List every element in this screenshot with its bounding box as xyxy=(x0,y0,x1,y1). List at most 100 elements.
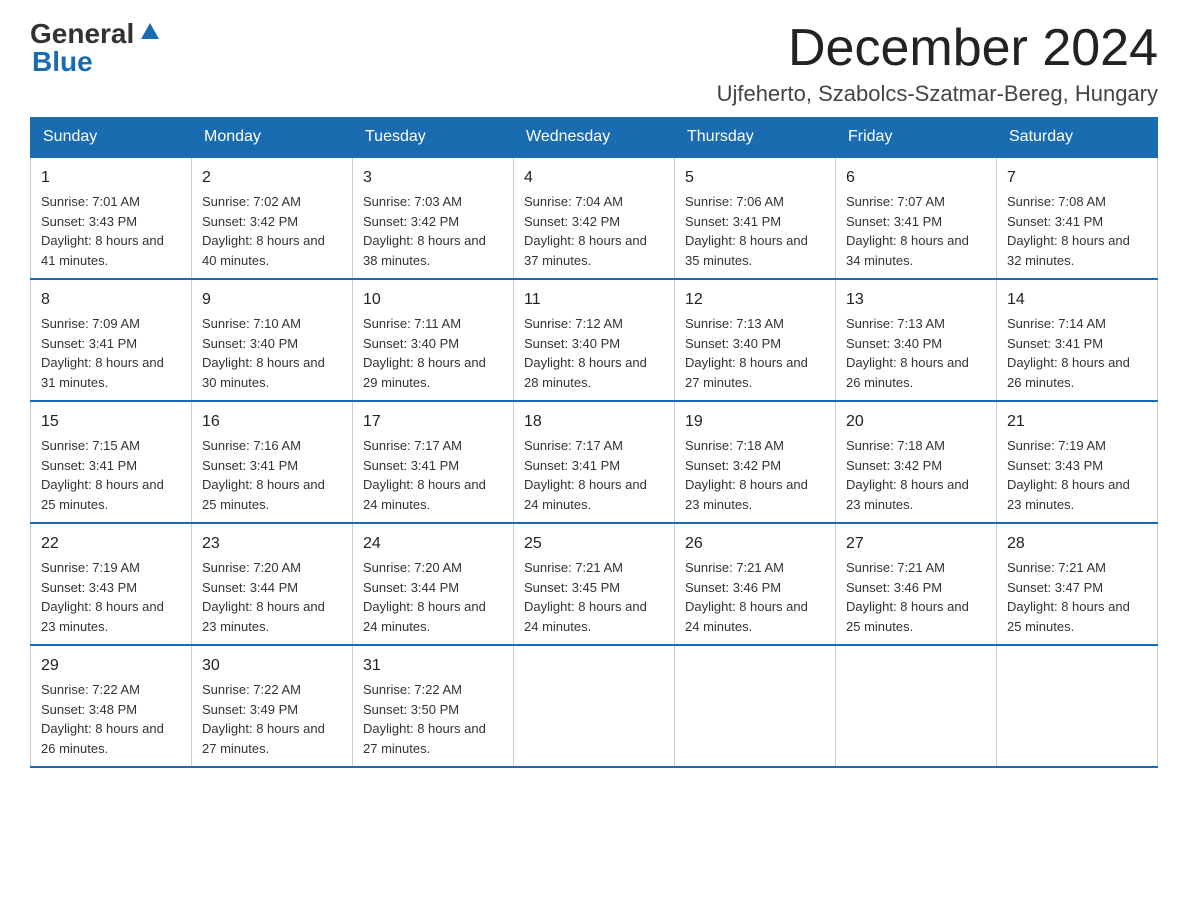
day-info: Sunrise: 7:02 AMSunset: 3:42 PMDaylight:… xyxy=(202,194,325,268)
calendar-day-cell: 24 Sunrise: 7:20 AMSunset: 3:44 PMDaylig… xyxy=(353,523,514,645)
day-number: 9 xyxy=(202,288,342,312)
day-number: 28 xyxy=(1007,532,1147,556)
calendar-week-row: 22 Sunrise: 7:19 AMSunset: 3:43 PMDaylig… xyxy=(31,523,1158,645)
calendar-day-cell: 16 Sunrise: 7:16 AMSunset: 3:41 PMDaylig… xyxy=(192,401,353,523)
day-info: Sunrise: 7:22 AMSunset: 3:49 PMDaylight:… xyxy=(202,682,325,756)
day-number: 1 xyxy=(41,166,181,190)
day-number: 6 xyxy=(846,166,986,190)
day-info: Sunrise: 7:21 AMSunset: 3:46 PMDaylight:… xyxy=(685,560,808,634)
calendar-day-cell: 29 Sunrise: 7:22 AMSunset: 3:48 PMDaylig… xyxy=(31,645,192,767)
day-number: 21 xyxy=(1007,410,1147,434)
calendar-day-cell: 12 Sunrise: 7:13 AMSunset: 3:40 PMDaylig… xyxy=(675,279,836,401)
title-block: December 2024 Ujfeherto, Szabolcs-Szatma… xyxy=(717,20,1158,107)
day-number: 29 xyxy=(41,654,181,678)
day-number: 19 xyxy=(685,410,825,434)
day-number: 15 xyxy=(41,410,181,434)
calendar-day-cell: 8 Sunrise: 7:09 AMSunset: 3:41 PMDayligh… xyxy=(31,279,192,401)
calendar-header-row: SundayMondayTuesdayWednesdayThursdayFrid… xyxy=(31,118,1158,158)
day-info: Sunrise: 7:04 AMSunset: 3:42 PMDaylight:… xyxy=(524,194,647,268)
calendar-day-cell: 6 Sunrise: 7:07 AMSunset: 3:41 PMDayligh… xyxy=(836,157,997,279)
calendar-day-cell: 7 Sunrise: 7:08 AMSunset: 3:41 PMDayligh… xyxy=(997,157,1158,279)
day-number: 7 xyxy=(1007,166,1147,190)
month-title: December 2024 xyxy=(717,20,1158,77)
day-number: 11 xyxy=(524,288,664,312)
day-number: 5 xyxy=(685,166,825,190)
day-info: Sunrise: 7:09 AMSunset: 3:41 PMDaylight:… xyxy=(41,316,164,390)
calendar-day-cell: 15 Sunrise: 7:15 AMSunset: 3:41 PMDaylig… xyxy=(31,401,192,523)
calendar-day-cell: 1 Sunrise: 7:01 AMSunset: 3:43 PMDayligh… xyxy=(31,157,192,279)
day-info: Sunrise: 7:07 AMSunset: 3:41 PMDaylight:… xyxy=(846,194,969,268)
day-info: Sunrise: 7:21 AMSunset: 3:45 PMDaylight:… xyxy=(524,560,647,634)
day-number: 14 xyxy=(1007,288,1147,312)
day-info: Sunrise: 7:14 AMSunset: 3:41 PMDaylight:… xyxy=(1007,316,1130,390)
calendar-day-cell: 23 Sunrise: 7:20 AMSunset: 3:44 PMDaylig… xyxy=(192,523,353,645)
day-number: 3 xyxy=(363,166,503,190)
day-number: 26 xyxy=(685,532,825,556)
day-info: Sunrise: 7:13 AMSunset: 3:40 PMDaylight:… xyxy=(685,316,808,390)
day-info: Sunrise: 7:16 AMSunset: 3:41 PMDaylight:… xyxy=(202,438,325,512)
calendar-day-cell: 30 Sunrise: 7:22 AMSunset: 3:49 PMDaylig… xyxy=(192,645,353,767)
day-number: 2 xyxy=(202,166,342,190)
calendar-day-cell: 5 Sunrise: 7:06 AMSunset: 3:41 PMDayligh… xyxy=(675,157,836,279)
calendar-day-cell: 18 Sunrise: 7:17 AMSunset: 3:41 PMDaylig… xyxy=(514,401,675,523)
calendar-day-header-thursday: Thursday xyxy=(675,118,836,158)
day-info: Sunrise: 7:22 AMSunset: 3:48 PMDaylight:… xyxy=(41,682,164,756)
day-number: 12 xyxy=(685,288,825,312)
day-number: 25 xyxy=(524,532,664,556)
calendar-day-cell: 2 Sunrise: 7:02 AMSunset: 3:42 PMDayligh… xyxy=(192,157,353,279)
calendar-day-cell: 28 Sunrise: 7:21 AMSunset: 3:47 PMDaylig… xyxy=(997,523,1158,645)
calendar-empty-cell xyxy=(836,645,997,767)
calendar-day-header-sunday: Sunday xyxy=(31,118,192,158)
calendar-day-cell: 11 Sunrise: 7:12 AMSunset: 3:40 PMDaylig… xyxy=(514,279,675,401)
day-info: Sunrise: 7:12 AMSunset: 3:40 PMDaylight:… xyxy=(524,316,647,390)
calendar-day-header-wednesday: Wednesday xyxy=(514,118,675,158)
day-number: 30 xyxy=(202,654,342,678)
day-number: 10 xyxy=(363,288,503,312)
day-number: 27 xyxy=(846,532,986,556)
calendar-day-cell: 14 Sunrise: 7:14 AMSunset: 3:41 PMDaylig… xyxy=(997,279,1158,401)
day-info: Sunrise: 7:19 AMSunset: 3:43 PMDaylight:… xyxy=(1007,438,1130,512)
calendar-week-row: 8 Sunrise: 7:09 AMSunset: 3:41 PMDayligh… xyxy=(31,279,1158,401)
calendar-empty-cell xyxy=(514,645,675,767)
day-info: Sunrise: 7:08 AMSunset: 3:41 PMDaylight:… xyxy=(1007,194,1130,268)
day-number: 22 xyxy=(41,532,181,556)
day-info: Sunrise: 7:03 AMSunset: 3:42 PMDaylight:… xyxy=(363,194,486,268)
day-info: Sunrise: 7:11 AMSunset: 3:40 PMDaylight:… xyxy=(363,316,486,390)
calendar-week-row: 1 Sunrise: 7:01 AMSunset: 3:43 PMDayligh… xyxy=(31,157,1158,279)
calendar-day-cell: 27 Sunrise: 7:21 AMSunset: 3:46 PMDaylig… xyxy=(836,523,997,645)
day-info: Sunrise: 7:21 AMSunset: 3:46 PMDaylight:… xyxy=(846,560,969,634)
logo: General Blue xyxy=(30,20,161,78)
calendar-empty-cell xyxy=(675,645,836,767)
day-number: 8 xyxy=(41,288,181,312)
day-info: Sunrise: 7:13 AMSunset: 3:40 PMDaylight:… xyxy=(846,316,969,390)
calendar-day-header-friday: Friday xyxy=(836,118,997,158)
day-info: Sunrise: 7:17 AMSunset: 3:41 PMDaylight:… xyxy=(363,438,486,512)
calendar-day-cell: 10 Sunrise: 7:11 AMSunset: 3:40 PMDaylig… xyxy=(353,279,514,401)
calendar-day-cell: 25 Sunrise: 7:21 AMSunset: 3:45 PMDaylig… xyxy=(514,523,675,645)
day-number: 23 xyxy=(202,532,342,556)
calendar-day-cell: 31 Sunrise: 7:22 AMSunset: 3:50 PMDaylig… xyxy=(353,645,514,767)
calendar-day-cell: 22 Sunrise: 7:19 AMSunset: 3:43 PMDaylig… xyxy=(31,523,192,645)
day-number: 20 xyxy=(846,410,986,434)
day-info: Sunrise: 7:10 AMSunset: 3:40 PMDaylight:… xyxy=(202,316,325,390)
calendar-empty-cell xyxy=(997,645,1158,767)
day-number: 24 xyxy=(363,532,503,556)
calendar-day-cell: 17 Sunrise: 7:17 AMSunset: 3:41 PMDaylig… xyxy=(353,401,514,523)
day-info: Sunrise: 7:18 AMSunset: 3:42 PMDaylight:… xyxy=(846,438,969,512)
day-number: 4 xyxy=(524,166,664,190)
location-title: Ujfeherto, Szabolcs-Szatmar-Bereg, Hunga… xyxy=(717,81,1158,107)
day-info: Sunrise: 7:06 AMSunset: 3:41 PMDaylight:… xyxy=(685,194,808,268)
day-info: Sunrise: 7:22 AMSunset: 3:50 PMDaylight:… xyxy=(363,682,486,756)
day-number: 18 xyxy=(524,410,664,434)
calendar-day-cell: 3 Sunrise: 7:03 AMSunset: 3:42 PMDayligh… xyxy=(353,157,514,279)
day-info: Sunrise: 7:20 AMSunset: 3:44 PMDaylight:… xyxy=(202,560,325,634)
day-info: Sunrise: 7:01 AMSunset: 3:43 PMDaylight:… xyxy=(41,194,164,268)
calendar-day-header-saturday: Saturday xyxy=(997,118,1158,158)
day-info: Sunrise: 7:18 AMSunset: 3:42 PMDaylight:… xyxy=(685,438,808,512)
day-info: Sunrise: 7:20 AMSunset: 3:44 PMDaylight:… xyxy=(363,560,486,634)
calendar-week-row: 29 Sunrise: 7:22 AMSunset: 3:48 PMDaylig… xyxy=(31,645,1158,767)
calendar-table: SundayMondayTuesdayWednesdayThursdayFrid… xyxy=(30,117,1158,768)
calendar-week-row: 15 Sunrise: 7:15 AMSunset: 3:41 PMDaylig… xyxy=(31,401,1158,523)
calendar-day-cell: 26 Sunrise: 7:21 AMSunset: 3:46 PMDaylig… xyxy=(675,523,836,645)
day-number: 16 xyxy=(202,410,342,434)
